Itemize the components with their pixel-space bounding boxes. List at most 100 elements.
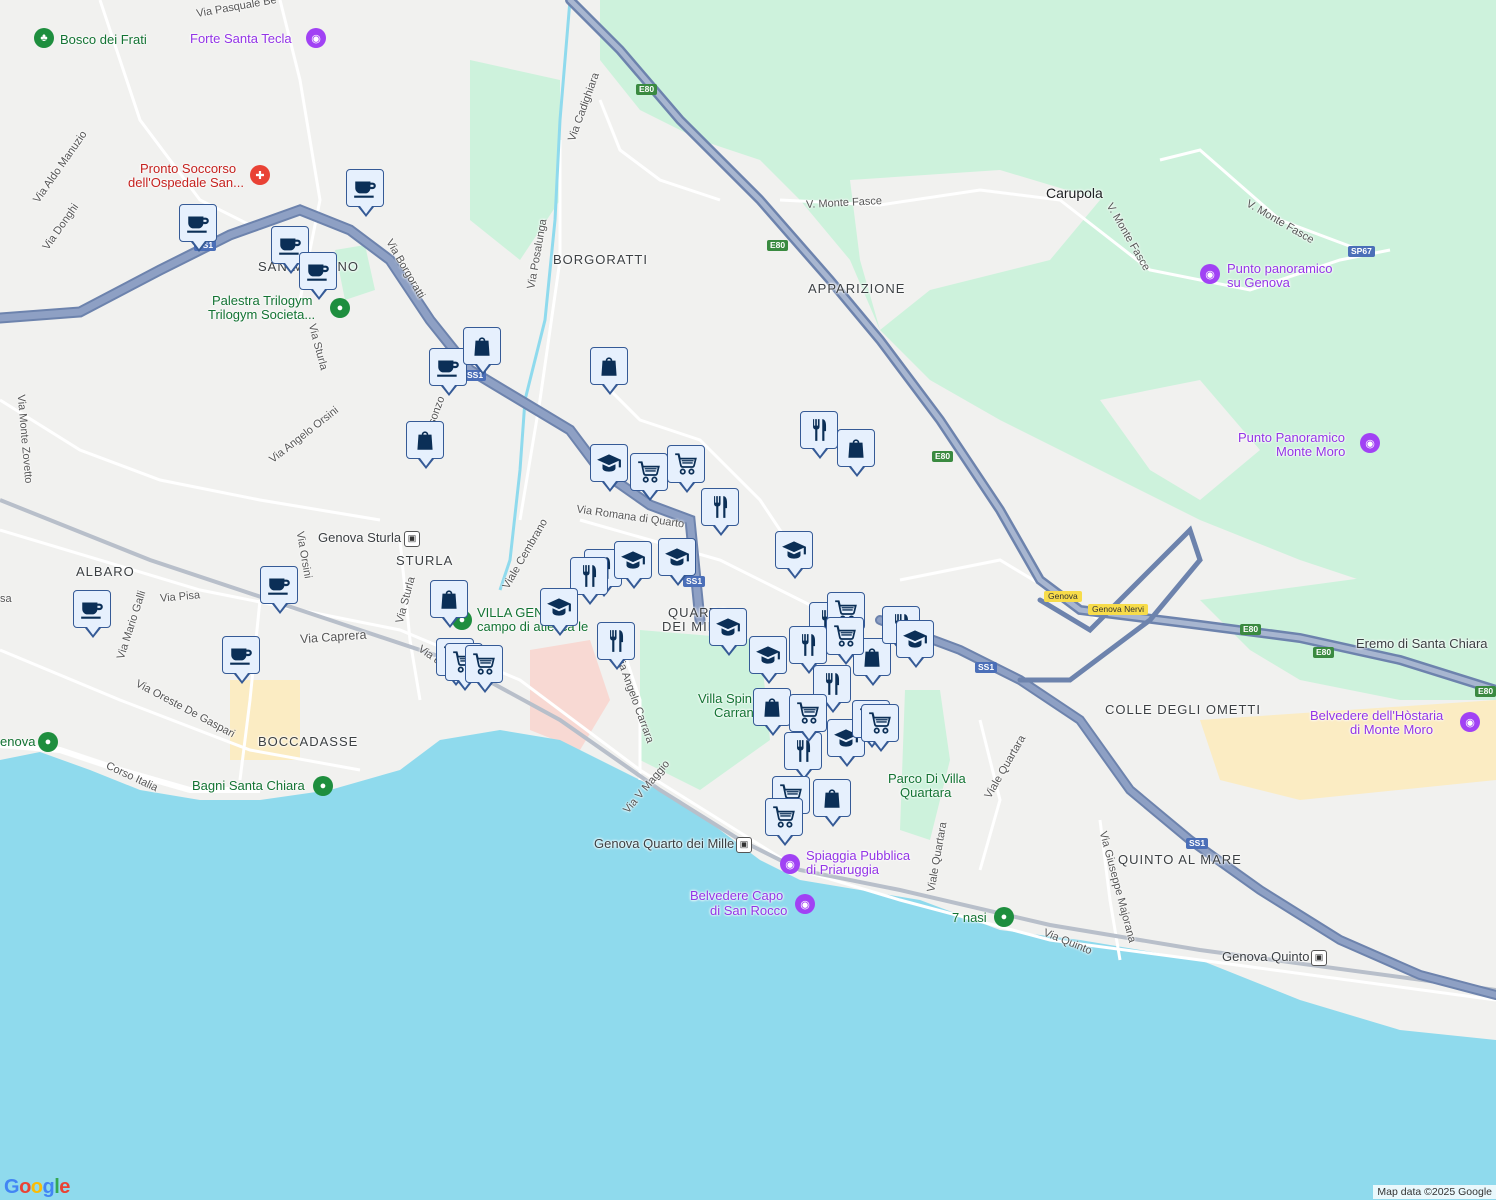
poi-forte-santa-tecla[interactable]: Forte Santa Tecla [190,32,292,46]
school-icon [596,450,622,476]
bag-marker[interactable] [753,688,791,736]
bag-marker[interactable] [590,347,628,395]
poi-bagni-santa-chiara[interactable]: Bagni Santa Chiara [192,779,305,793]
bag-marker[interactable] [837,429,875,477]
map-attribution[interactable]: Map data ©2025 Google [1373,1185,1496,1199]
shield-e80-1: E80 [636,84,658,95]
camera-icon[interactable]: ◉ [1460,712,1480,732]
area-colle-degli-ometti: COLLE DEGLI OMETTI [1105,702,1261,717]
shield-e80-3: E80 [932,451,954,462]
school-marker[interactable] [658,538,696,586]
bag-marker[interactable] [406,421,444,469]
station-genova-sturla[interactable]: Genova Sturla [318,531,401,545]
cart-marker[interactable] [667,445,705,493]
school-marker[interactable] [896,620,934,668]
school-icon [902,626,928,652]
bag-marker[interactable] [813,779,851,827]
exit-sign-genova: Genova [1044,591,1082,602]
bag-icon [759,694,785,720]
cafe-marker[interactable] [260,566,298,614]
cart-marker[interactable] [826,617,864,665]
poi-palestra-1[interactable]: Palestra Trilogym [212,294,312,308]
train-icon: ▣ [736,837,752,853]
camera-icon[interactable]: ◉ [306,28,326,48]
train-icon: ▣ [404,531,420,547]
restaurant-marker[interactable] [789,626,827,674]
poi-genova[interactable]: enova [0,735,35,749]
poi-parco-villa-quartara-1[interactable]: Parco Di Villa [888,772,966,786]
cafe-marker[interactable] [299,252,337,300]
town-carupola: Carupola [1046,185,1103,201]
camera-icon[interactable]: ◉ [1360,433,1380,453]
school-marker[interactable] [590,444,628,492]
cart-marker[interactable] [789,694,827,742]
school-marker[interactable] [540,588,578,636]
poi-belvedere-capo-1[interactable]: Belvedere Capo [690,889,783,903]
cafe-marker[interactable] [429,348,467,396]
poi-7-nasi[interactable]: 7 nasi [952,911,987,925]
bag-icon [843,435,869,461]
school-marker[interactable] [749,636,787,684]
pin-icon[interactable]: ● [38,732,58,752]
camera-icon[interactable]: ◉ [1200,264,1220,284]
cart-icon [795,700,821,726]
station-genova-quarto[interactable]: Genova Quarto dei Mille [594,837,734,851]
restaurant-marker[interactable] [800,411,838,459]
poi-punto-panoramico-genova-2[interactable]: su Genova [1227,276,1290,290]
poi-pronto-soccorso-2[interactable]: dell'Ospedale San... [128,176,244,190]
street-sa: sa [0,593,12,605]
cart-marker[interactable] [861,704,899,752]
bag-marker[interactable] [463,327,501,375]
bag-marker[interactable] [430,580,468,628]
poi-villa-gentile-1[interactable]: VILLA GEN [477,606,543,620]
bag-icon [819,785,845,811]
school-icon [620,547,646,573]
beach-icon[interactable]: ● [313,776,333,796]
camera-icon[interactable]: ◉ [780,854,800,874]
poi-belvedere-hostaria-1[interactable]: Belvedere dell'Hòstaria [1310,709,1443,723]
school-icon [546,594,572,620]
poi-parco-villa-quartara-2[interactable]: Quartara [900,786,951,800]
school-marker[interactable] [775,531,813,579]
poi-bosco-dei-frati[interactable]: Bosco dei Frati [60,33,147,47]
hospital-icon[interactable]: ✚ [250,165,270,185]
school-marker[interactable] [614,541,652,589]
bag-icon [436,586,462,612]
camera-icon[interactable]: ◉ [795,894,815,914]
tree-icon[interactable]: ♣ [34,28,54,48]
restaurant-pin-icon[interactable]: ● [994,907,1014,927]
poi-palestra-2[interactable]: Trilogym Societa... [208,308,315,322]
poi-belvedere-hostaria-2[interactable]: di Monte Moro [1350,723,1433,737]
area-boccadasse: BOCCADASSE [258,734,359,749]
poi-spiaggia-2[interactable]: di Priaruggia [806,863,879,877]
restaurant-marker[interactable] [597,622,635,670]
station-genova-quinto[interactable]: Genova Quinto [1222,950,1309,964]
cafe-marker[interactable] [346,169,384,217]
poi-spiaggia-1[interactable]: Spiaggia Pubblica [806,849,910,863]
cafe-icon [266,572,292,598]
cafe-marker[interactable] [179,204,217,252]
restaurant-icon [790,738,816,764]
poi-punto-panoramico-monte-moro-2[interactable]: Monte Moro [1276,445,1345,459]
cart-marker[interactable] [630,453,668,501]
poi-pronto-soccorso-1[interactable]: Pronto Soccorso [140,162,236,176]
restaurant-marker[interactable] [701,488,739,536]
restaurant-icon [603,628,629,654]
gym-icon[interactable]: ● [330,298,350,318]
restaurant-icon [795,632,821,658]
cart-marker[interactable] [765,798,803,846]
poi-villa-spinola-2[interactable]: Carran [714,706,754,720]
cafe-marker[interactable] [73,590,111,638]
cafe-marker[interactable] [222,636,260,684]
poi-eremo-santa-chiara[interactable]: Eremo di Santa Chiara [1356,637,1488,651]
cafe-icon [185,210,211,236]
cart-marker[interactable] [465,645,503,693]
poi-belvedere-capo-2[interactable]: di San Rocco [710,904,787,918]
poi-punto-panoramico-genova-1[interactable]: Punto panoramico [1227,262,1333,276]
restaurant-icon [806,417,832,443]
restaurant-icon [576,563,602,589]
poi-villa-spinola-1[interactable]: Villa Spin [698,692,752,706]
school-marker[interactable] [709,608,747,656]
train-icon: ▣ [1311,950,1327,966]
poi-punto-panoramico-monte-moro-1[interactable]: Punto Panoramico [1238,431,1345,445]
